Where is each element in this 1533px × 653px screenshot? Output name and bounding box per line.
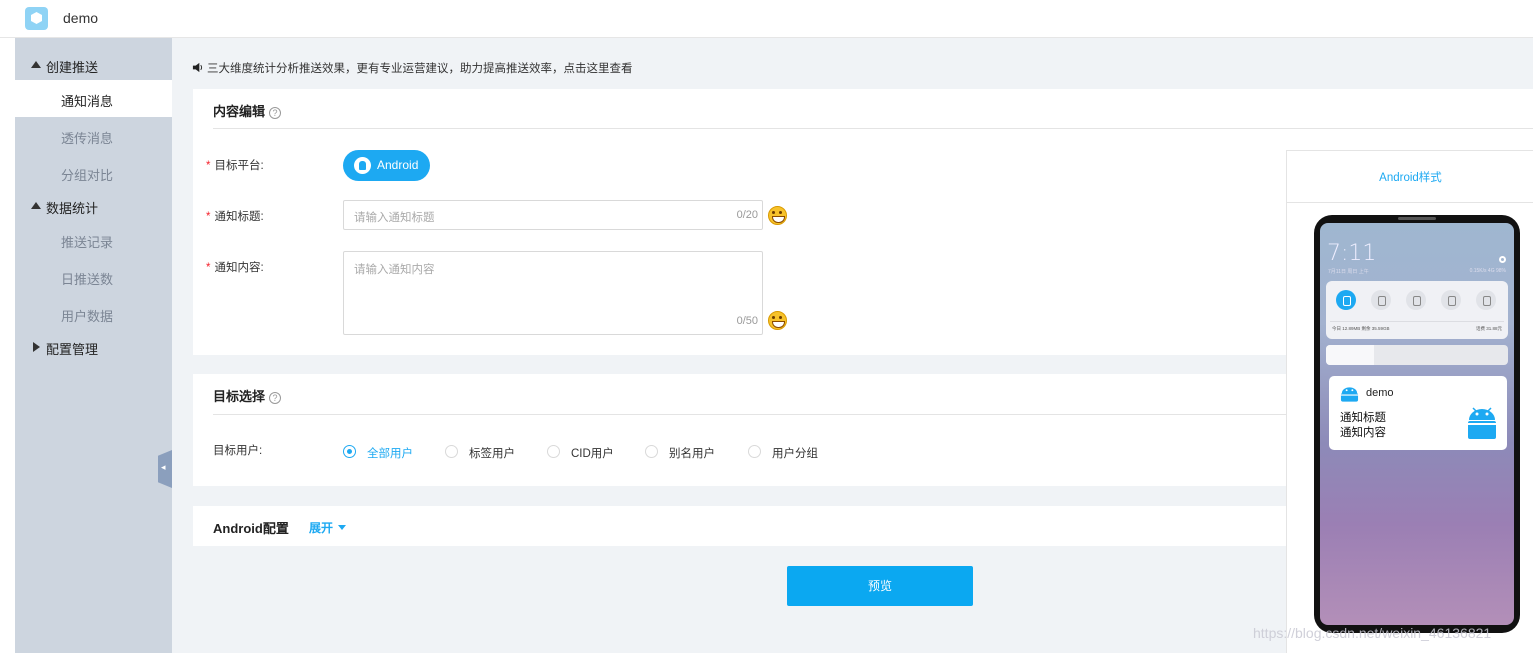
speaker-icon (192, 62, 203, 73)
quick-settings: 今日 12.89MB 剩余 35.59GB 话费 31.88元 (1326, 281, 1508, 339)
preview-tab-android[interactable]: Android样式 (1287, 169, 1533, 185)
gear-icon (1499, 256, 1506, 263)
app-title: demo (63, 10, 99, 26)
sidebar-item-passthrough[interactable]: 透传消息 (15, 117, 172, 154)
help-icon[interactable]: ? (269, 392, 282, 404)
help-icon[interactable]: ? (269, 107, 282, 119)
android-robot-large-icon (1468, 407, 1496, 439)
triangle-up-icon (31, 61, 41, 68)
flashlight-icon (1476, 290, 1496, 310)
sidebar-group-config[interactable]: 配置管理 (15, 334, 172, 360)
top-bar: demo (0, 0, 1533, 38)
platform-label: * 目标平台: (206, 160, 264, 172)
divider (1287, 202, 1533, 203)
phone-date: 7月11日 周日 上午 (1328, 269, 1369, 275)
sidebar-item-daily-push[interactable]: 日推送数 (15, 258, 172, 295)
phone-screen: 7:11 7月11日 周日 上午 0.15K/s 4G 98% 今日 12.89… (1320, 223, 1514, 625)
android-preview-panel: Android样式 7:11 7月11日 周日 上午 0.15K/s 4G 98… (1286, 150, 1533, 653)
expand-toggle[interactable]: 展开 (309, 519, 347, 536)
triangle-right-icon (33, 342, 40, 352)
collapse-arrow-icon: ◂ (161, 462, 166, 472)
watermark: https://blog.csdn.net/weixin_46136821 (1253, 625, 1492, 641)
battery-icon (1371, 290, 1391, 310)
notif-title-input[interactable]: 请输入通知标题 0/20 (343, 200, 763, 230)
wifi-icon (1441, 290, 1461, 310)
notif-content-preview: 通知内容 (1340, 427, 1386, 439)
sidebar-item-push-records[interactable]: 推送记录 (15, 221, 172, 258)
notif-title-preview: 通知标题 (1340, 412, 1386, 424)
triangle-up-icon (31, 202, 41, 209)
phone-mockup: 7:11 7月11日 周日 上午 0.15K/s 4G 98% 今日 12.89… (1314, 215, 1520, 633)
target-user-label: 目标用户: (213, 445, 263, 457)
emoji-picker-icon[interactable] (768, 206, 787, 225)
notif-app-name: demo (1366, 387, 1394, 399)
sidebar-item-notification[interactable]: 通知消息 (15, 80, 172, 117)
android-platform-button[interactable]: Android (343, 150, 430, 181)
title-char-count: 0/20 (736, 209, 758, 221)
notif-content-textarea[interactable]: 请输入通知内容 0/50 (343, 251, 763, 335)
notification-preview-card: demo 通知标题 通知内容 (1329, 376, 1507, 450)
sidebar-item-group-compare[interactable]: 分组对比 (15, 154, 172, 191)
sidebar-collapse-handle[interactable]: ◂ (158, 450, 172, 488)
sidebar-item-user-data[interactable]: 用户数据 (15, 295, 172, 332)
sidebar: 创建推送 通知消息 透传消息 分组对比 数据统计 推送记录 日推送数 用户数据 … (15, 38, 172, 653)
brightness-slider (1326, 345, 1508, 365)
phone-speaker (1398, 217, 1436, 220)
phone-status: 0.15K/s 4G 98% (1469, 268, 1506, 274)
android-robot-icon (1340, 387, 1359, 402)
sidebar-group-create-push[interactable]: 创建推送 (15, 52, 172, 78)
caret-down-icon (338, 525, 347, 530)
app-logo-icon (25, 7, 48, 30)
preview-button[interactable]: 预览 (787, 566, 973, 606)
rotate-icon (1406, 290, 1426, 310)
data-toggle-icon (1336, 290, 1356, 310)
content-edit-title: 内容编辑? (213, 101, 282, 120)
target-select-title: 目标选择? (213, 386, 282, 405)
divider (213, 128, 1533, 129)
notif-content-label: * 通知内容: (206, 262, 264, 274)
notif-title-label: * 通知标题: (206, 211, 264, 223)
android-config-title: Android配置 (213, 521, 289, 536)
notice-banner[interactable]: 三大维度统计分析推送效果，更有专业运营建议，助力提高推送效率，点击这里查看 (192, 60, 633, 76)
sidebar-group-statistics[interactable]: 数据统计 (15, 193, 172, 219)
android-icon (354, 157, 371, 174)
phone-clock: 7:11 (1327, 241, 1377, 266)
content-char-count: 0/50 (736, 315, 758, 327)
emoji-picker-icon[interactable] (768, 311, 787, 330)
